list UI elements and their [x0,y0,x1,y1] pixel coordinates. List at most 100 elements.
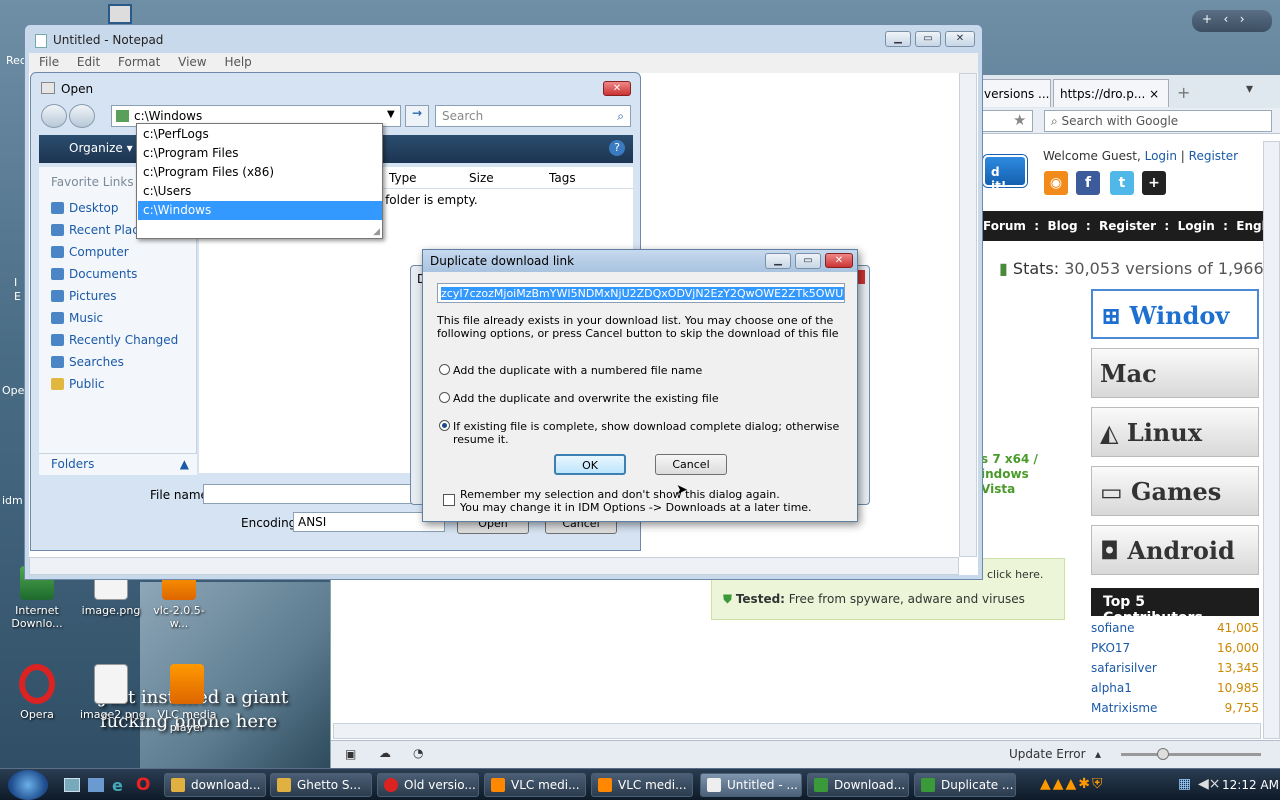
taskbar-item-active[interactable]: Untitled - ... [700,773,802,797]
favorite-searches[interactable]: Searches [51,355,124,369]
radio-button[interactable] [439,392,450,403]
close-button[interactable]: ✕ [603,81,631,96]
close-button[interactable]: ✕ [945,31,975,47]
maximize-button[interactable]: ▭ [795,253,821,269]
favorite-desktop[interactable]: Desktop [51,201,119,215]
show-desktop-icon[interactable] [64,778,80,792]
forward-button[interactable] [69,104,95,128]
favorite-computer[interactable]: Computer [51,245,129,259]
contributor-row[interactable]: 41,005 sofiane [1091,621,1259,635]
rss-icon[interactable]: ◉ [1044,171,1068,195]
vertical-scrollbar[interactable] [1263,141,1280,739]
google-plus-icon[interactable]: + [1142,171,1166,195]
favorite-recently-changed[interactable]: Recently Changed [51,333,178,347]
favorite-public[interactable]: Public [51,377,105,391]
maximize-button[interactable]: ▭ [915,31,941,47]
taskbar-item[interactable]: Download... [807,773,909,797]
cloud-icon[interactable]: ☁ [379,746,391,760]
column-tags[interactable]: Tags [549,171,576,185]
taskbar-item[interactable]: VLC medi... [591,773,693,797]
option-overwrite[interactable]: Add the duplicate and overwrite the exis… [439,392,719,405]
favorite-pictures[interactable]: Pictures [51,289,117,303]
nav-login[interactable]: Login [1178,219,1215,233]
system-tray-icons[interactable]: ▲▲▲✱⛨ [1040,776,1105,792]
menu-help[interactable]: Help [224,55,251,69]
speed-dial-icon[interactable]: ◔ [413,746,423,760]
browser-tab[interactable]: https://dro.p... × [1053,79,1169,107]
ie-icon[interactable]: e [112,776,123,795]
chevron-down-icon[interactable]: ▼ [387,109,395,120]
search-field[interactable]: Search ⌕ [435,105,631,127]
desktop-icon-vlc-installer[interactable]: vlc-2.0.5-w... [148,572,210,630]
os-android-button[interactable]: ◘ Android [1091,525,1259,575]
option-numbered-name[interactable]: Add the duplicate with a numbered file n… [439,364,702,377]
folders-toggle[interactable]: Folders ▲ [39,453,197,475]
column-type[interactable]: Type [389,171,417,185]
autocomplete-item[interactable]: c:\PerfLogs [138,125,382,144]
clock[interactable]: 12:12 AM [1222,778,1279,792]
download-it-button[interactable]: d it! [983,155,1027,193]
taskbar-item[interactable]: download... [164,773,266,797]
click-here-link[interactable]: click here. [987,568,1043,581]
remember-checkbox[interactable] [443,494,455,506]
menu-format[interactable]: Format [118,55,160,69]
menu-edit[interactable]: Edit [77,55,100,69]
google-search-field[interactable]: ⌕ Search with Google [1044,110,1272,132]
taskbar-item[interactable]: Old versio... [377,773,479,797]
contributor-row[interactable]: 10,985 alpha1 [1091,681,1259,695]
star-bookmark-icon[interactable]: ★ [1013,111,1026,129]
taskbar-item[interactable]: VLC medi... [484,773,586,797]
favorite-documents[interactable]: Documents [51,267,137,281]
opera-icon[interactable]: O [136,775,150,795]
os-linux-button[interactable]: ◭ Linux [1091,407,1259,457]
minimize-button[interactable]: ▁ [885,31,911,47]
close-button[interactable]: ✕ [825,253,853,268]
start-button[interactable] [8,770,48,800]
desktop-icon-image2[interactable]: image2.png [80,664,146,721]
os-mac-button[interactable]: Mac [1091,348,1259,398]
os-windows-button[interactable]: ⊞ Windov [1091,289,1259,339]
help-icon[interactable]: ? [609,140,625,156]
gadget-controls[interactable]: + ‹ › [1192,10,1272,32]
back-button[interactable] [41,104,67,128]
autocomplete-item-selected[interactable]: c:\Windows [138,201,382,220]
ok-button[interactable]: OK [554,454,626,475]
facebook-icon[interactable]: f [1076,171,1100,195]
menu-file[interactable]: File [39,55,59,69]
cancel-button[interactable]: Cancel [655,454,727,475]
column-size[interactable]: Size [469,171,494,185]
menu-view[interactable]: View [178,55,206,69]
radio-button[interactable] [439,364,450,375]
notepad-hscroll[interactable] [29,557,959,575]
nav-forum[interactable]: Forum [983,219,1026,233]
nav-blog[interactable]: Blog [1047,219,1077,233]
contributor-row[interactable]: 13,345 safarisilver [1091,661,1259,675]
os-compat-link[interactable]: s 7 x64 /indows Vista [981,452,1065,497]
register-link[interactable]: Register [1189,149,1238,163]
new-tab-icon[interactable]: + [1177,83,1190,102]
volume-icon[interactable]: ◀× [1198,776,1221,792]
desktop-icon-opera[interactable]: Opera [6,664,68,721]
autocomplete-item[interactable]: c:\Program Files [138,144,382,163]
taskbar-item[interactable]: Duplicate ... [914,773,1016,797]
horizontal-scrollbar[interactable] [333,723,1261,739]
nav-register[interactable]: Register [1099,219,1156,233]
autocomplete-item[interactable]: c:\Users [138,182,382,201]
file-name-input[interactable] [203,484,443,504]
panel-toggle-icon[interactable]: ▣ [345,747,356,761]
minimize-button[interactable]: ▁ [765,253,791,269]
radio-button-selected[interactable] [439,420,450,431]
desktop-icon-vlc[interactable]: VLC media player [156,664,218,734]
duplicate-url-field[interactable]: zcyI7czozMjoiMzBmYWI5NDMxNjU2ZDQxODVjN2E… [437,283,845,303]
favorite-music[interactable]: Music [51,311,103,325]
os-games-button[interactable]: ▭ Games [1091,466,1259,516]
go-arrow-button[interactable]: → [405,105,429,127]
switch-windows-icon[interactable] [88,778,104,792]
taskbar-item[interactable]: Ghetto S... [270,773,372,797]
organize-button[interactable]: Organize ▾ [69,141,133,155]
option-resume[interactable]: If existing file is complete, show downl… [439,420,857,446]
resize-grip-icon[interactable]: ◢ [373,227,380,237]
tab-menu-icon[interactable]: ▾ [1246,81,1253,97]
twitter-icon[interactable]: t [1110,171,1134,195]
login-link[interactable]: Login [1145,149,1177,163]
